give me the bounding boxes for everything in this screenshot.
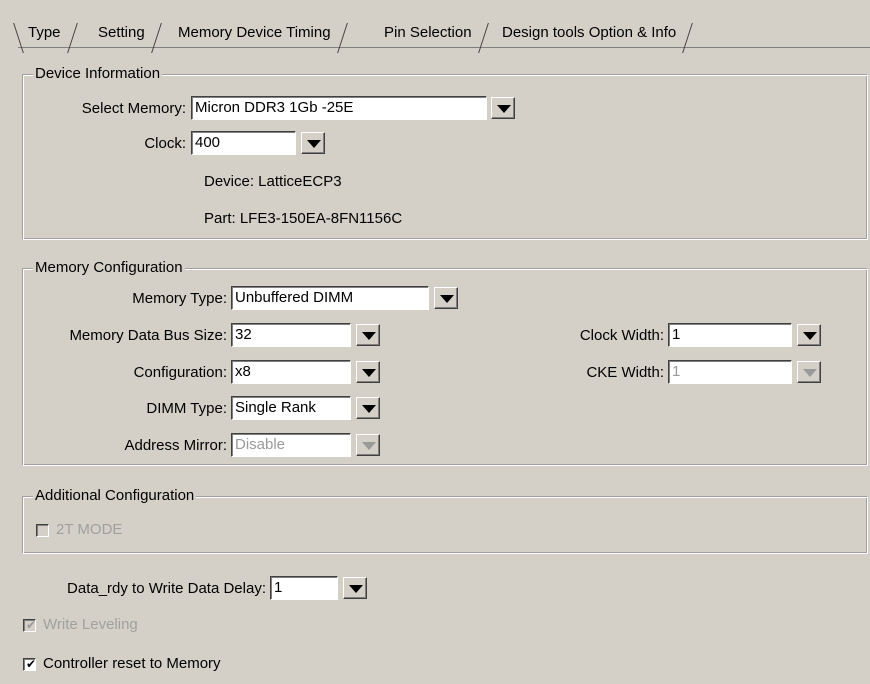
memory-type-dropdown[interactable]: Unbuffered DIMM	[231, 286, 429, 310]
controller-reset-label: Controller reset to Memory	[43, 655, 221, 672]
clock-width-label: Clock Width:	[579, 327, 664, 344]
clock-label: Clock:	[144, 135, 186, 152]
dimm-type-dropdown-button[interactable]	[356, 397, 380, 419]
additional-configuration-group: Additional Configuration	[22, 487, 868, 554]
tab-label: Type	[28, 24, 61, 41]
tab-pin-selection[interactable]: Pin Selection	[376, 20, 489, 53]
tab-memory-device-timing[interactable]: Memory Device Timing	[170, 20, 348, 53]
dimm-type-dropdown[interactable]: Single Rank	[231, 396, 351, 420]
chevron-down-icon	[362, 442, 376, 450]
group-legend: Memory Configuration	[33, 259, 185, 277]
part-info-text: Part: LFE3-150EA-8FN1156C	[204, 210, 403, 227]
write-leveling-checkbox[interactable]: ✔	[23, 618, 37, 632]
chevron-down-icon	[362, 405, 376, 413]
configuration-dropdown[interactable]: x8	[231, 360, 351, 384]
chevron-down-icon	[307, 140, 321, 148]
data-bus-size-label: Memory Data Bus Size:	[69, 327, 227, 344]
select-memory-label: Select Memory:	[81, 100, 186, 117]
two-t-mode-label: 2T MODE	[56, 521, 123, 538]
select-memory-dropdown-button[interactable]	[491, 97, 515, 119]
tab-setting[interactable]: Setting	[90, 20, 162, 53]
chevron-down-icon	[362, 332, 376, 340]
tab-bar: Type Setting Memory Device Timing Pin Se…	[13, 14, 870, 53]
checkmark-icon: ✔	[26, 618, 37, 632]
tab-label: Memory Device Timing	[178, 24, 331, 41]
tab-type[interactable]: Type	[13, 20, 78, 53]
two-t-mode-checkbox[interactable]	[36, 524, 49, 537]
chevron-down-icon	[803, 332, 817, 340]
group-legend: Additional Configuration	[33, 487, 197, 505]
data-rdy-delay-dropdown-button[interactable]	[343, 577, 367, 599]
tab-baseline	[18, 47, 870, 48]
checkmark-icon: ✔	[26, 657, 37, 671]
configuration-dropdown-button[interactable]	[356, 361, 380, 383]
chevron-down-icon	[362, 369, 376, 377]
memory-type-dropdown-button[interactable]	[434, 287, 458, 309]
chevron-down-icon	[803, 369, 817, 377]
tab-label: Design tools Option & Info	[502, 24, 677, 41]
address-mirror-dropdown-button[interactable]	[356, 434, 380, 456]
clock-width-dropdown-button[interactable]	[797, 324, 821, 346]
chevron-down-icon	[349, 585, 363, 593]
address-mirror-dropdown[interactable]: Disable	[231, 433, 351, 457]
memory-type-label: Memory Type:	[132, 290, 227, 307]
clock-dropdown[interactable]: 400	[191, 131, 296, 155]
clock-dropdown-button[interactable]	[301, 132, 325, 154]
controller-reset-checkbox[interactable]: ✔	[23, 657, 37, 671]
tab-label: Setting	[98, 24, 145, 41]
device-info-text: Device: LatticeECP3	[204, 173, 342, 190]
group-legend: Device Information	[33, 65, 163, 83]
tab-design-tools-option-info[interactable]: Design tools Option & Info	[494, 20, 694, 53]
data-rdy-delay-dropdown[interactable]: 1	[270, 576, 338, 600]
data-bus-size-dropdown-button[interactable]	[356, 324, 380, 346]
chevron-down-icon	[440, 295, 454, 303]
cke-width-dropdown-button[interactable]	[797, 361, 821, 383]
cke-width-label: CKE Width:	[586, 364, 664, 381]
write-leveling-label: Write Leveling	[43, 616, 138, 633]
select-memory-dropdown[interactable]: Micron DDR3 1Gb -25E	[191, 96, 487, 120]
chevron-down-icon	[497, 105, 511, 113]
address-mirror-label: Address Mirror:	[124, 437, 227, 454]
cke-width-dropdown[interactable]: 1	[668, 360, 792, 384]
configuration-label: Configuration:	[133, 364, 227, 381]
clock-width-dropdown[interactable]: 1	[668, 323, 792, 347]
dimm-type-label: DIMM Type:	[146, 400, 227, 417]
data-rdy-delay-label: Data_rdy to Write Data Delay:	[67, 580, 266, 597]
data-bus-size-dropdown[interactable]: 32	[231, 323, 351, 347]
tab-label: Pin Selection	[384, 24, 472, 41]
